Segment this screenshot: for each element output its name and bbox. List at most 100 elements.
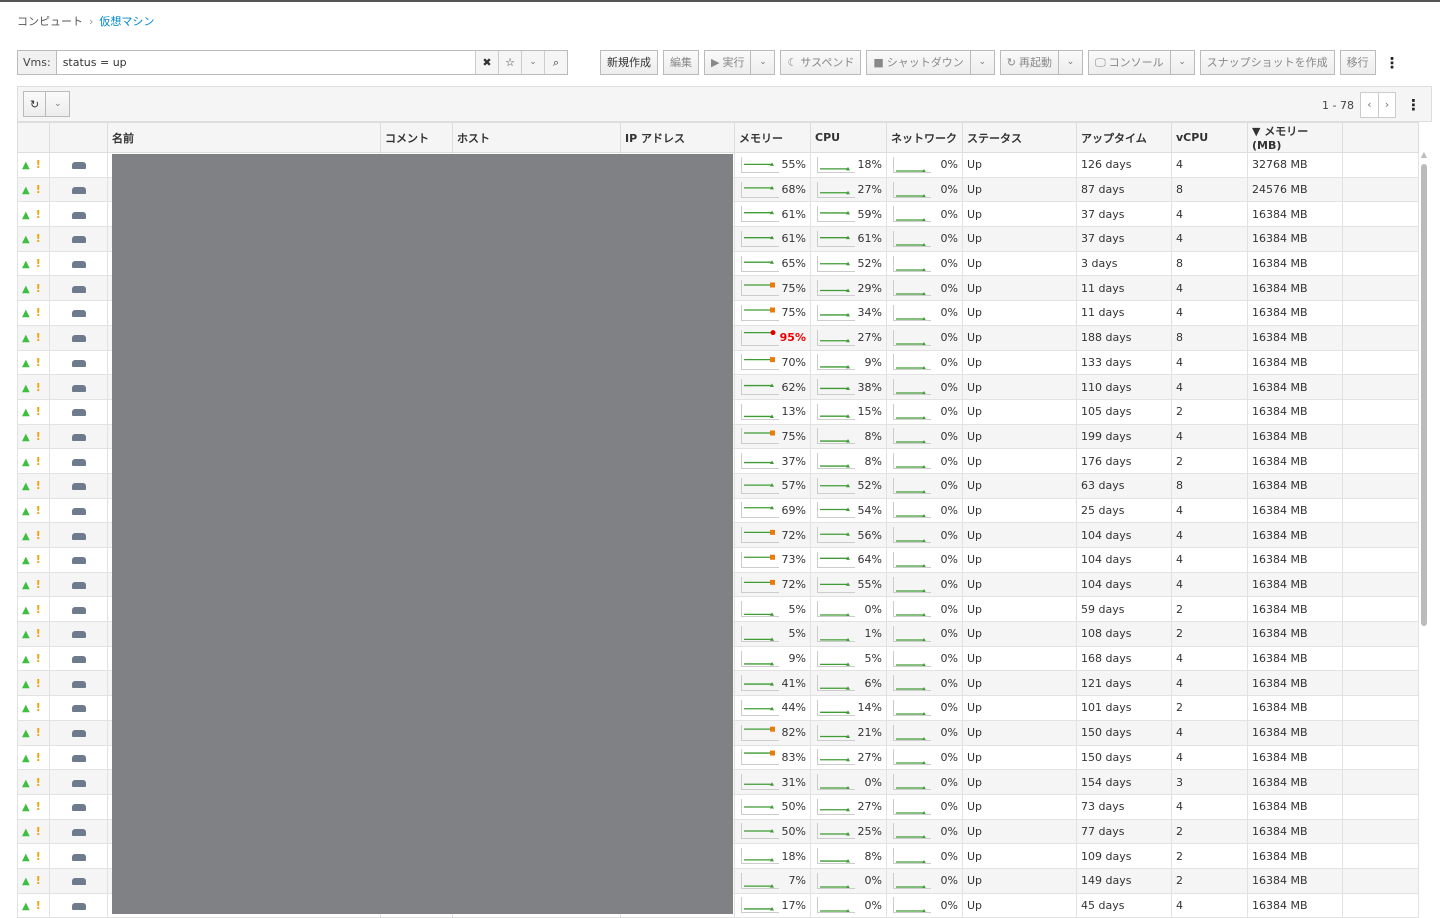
- column-header[interactable]: ネットワーク: [886, 122, 963, 153]
- alert-icon: !: [35, 331, 41, 345]
- run-button[interactable]: ▶ 実行: [704, 50, 752, 75]
- cpu-sparkline: [817, 329, 855, 346]
- memory-cell: 83%: [734, 744, 811, 771]
- mem-percent: 44%: [781, 701, 806, 715]
- prev-page-icon[interactable]: ‹: [1361, 93, 1378, 117]
- cpu-percent: 55%: [857, 578, 882, 592]
- vcpu-cell: 2: [1171, 867, 1248, 894]
- shutdown-button[interactable]: ■ シャットダウン: [866, 50, 971, 75]
- chevron-down-icon[interactable]: ⌄: [521, 51, 544, 74]
- cpu-cell: 59%: [810, 201, 887, 228]
- memory-cell: 75%: [734, 300, 811, 326]
- vm-icon: [71, 582, 86, 590]
- migrate-button[interactable]: 移行: [1339, 50, 1376, 75]
- vm-icon: [71, 631, 86, 639]
- mem-sparkline: [741, 798, 779, 815]
- scrollbar-thumb[interactable]: [1421, 164, 1427, 626]
- cpu-sparkline: [817, 230, 855, 247]
- column-header[interactable]: 名前: [107, 122, 381, 153]
- column-header[interactable]: vCPU: [1171, 122, 1248, 153]
- search-bar: Vms: ✖ ☆ ⌄ ⌕: [17, 50, 568, 75]
- vcpu-cell: 4: [1171, 423, 1248, 450]
- column-header: [49, 122, 108, 153]
- mem-percent: 37%: [781, 454, 806, 468]
- memory-mb-cell: 16384 MB: [1247, 226, 1343, 252]
- net-sparkline: [893, 230, 931, 247]
- kebab-menu-icon[interactable]: ⋮: [1381, 54, 1404, 72]
- up-arrow-icon: ▲: [22, 333, 30, 345]
- status-cell: Up: [962, 324, 1077, 351]
- edit-button[interactable]: 編集: [663, 50, 699, 75]
- search-icon[interactable]: ⌕: [544, 51, 567, 74]
- alert-icon: !: [35, 306, 41, 320]
- cpu-percent: 27%: [857, 183, 882, 197]
- column-header[interactable]: ホスト: [452, 122, 621, 153]
- uptime-cell: 11 days: [1076, 275, 1172, 302]
- reboot-button[interactable]: ↻ 再起動: [999, 50, 1059, 75]
- mem-percent: 55%: [781, 158, 806, 172]
- alert-icon: !: [35, 257, 41, 271]
- uptime-cell: 63 days: [1076, 472, 1172, 499]
- net-percent: 0%: [940, 676, 958, 690]
- cpu-percent: 27%: [857, 750, 882, 764]
- alert-icon: !: [35, 503, 41, 517]
- net-sparkline: [893, 749, 931, 766]
- next-page-icon[interactable]: ›: [1378, 93, 1395, 117]
- net-percent: 0%: [940, 726, 958, 740]
- cpu-cell: 6%: [810, 670, 887, 697]
- column-header[interactable]: CPU: [810, 122, 887, 153]
- alert-icon: !: [35, 232, 41, 246]
- column-header[interactable]: ▼ メモリー (MB): [1247, 122, 1343, 153]
- column-header[interactable]: メモリー: [734, 122, 811, 153]
- net-percent: 0%: [940, 232, 958, 246]
- uptime-cell: 110 days: [1076, 374, 1172, 400]
- memory-cell: 75%: [734, 275, 811, 302]
- cpu-percent: 25%: [857, 824, 882, 838]
- refresh-button[interactable]: ↻: [23, 91, 47, 117]
- cpu-cell: 8%: [810, 423, 887, 450]
- column-header[interactable]: IP アドレス: [620, 122, 735, 153]
- alert-icon: !: [35, 800, 41, 814]
- column-header[interactable]: コメント: [380, 122, 453, 153]
- status-cell: Up: [962, 275, 1077, 302]
- net-percent: 0%: [940, 800, 958, 814]
- vm-icon: [71, 285, 86, 293]
- new-button[interactable]: 新規作成: [600, 50, 658, 75]
- column-menu-icon[interactable]: ⋮: [1402, 96, 1425, 114]
- mem-percent: 5%: [788, 627, 806, 641]
- alert-icon: !: [35, 824, 41, 838]
- status-cell: Up: [962, 645, 1077, 672]
- star-icon[interactable]: ☆: [498, 51, 521, 74]
- breadcrumb-compute[interactable]: コンピュート: [17, 15, 83, 28]
- mem-sparkline: [741, 551, 779, 568]
- column-header[interactable]: ステータス: [962, 122, 1077, 153]
- cpu-cell: 52%: [810, 250, 887, 277]
- mem-sparkline: [741, 675, 779, 692]
- column-header[interactable]: アップタイム: [1076, 122, 1172, 153]
- clear-icon[interactable]: ✖: [475, 51, 498, 74]
- memory-cell: 5%: [734, 596, 811, 623]
- cpu-sparkline: [817, 774, 855, 791]
- memory-mb-cell: 16384 MB: [1247, 547, 1343, 573]
- breadcrumb-vms[interactable]: 仮想マシン: [99, 15, 154, 28]
- scroll-up-icon[interactable]: ▲: [1418, 150, 1430, 159]
- snapshot-button[interactable]: スナップショットを作成: [1199, 50, 1335, 75]
- search-input[interactable]: [56, 51, 475, 74]
- cpu-sparkline: [817, 724, 855, 741]
- breadcrumb: コンピュート › 仮想マシン: [17, 13, 154, 29]
- cpu-sparkline: [817, 206, 855, 223]
- reboot-dropdown[interactable]: ⌄: [1058, 50, 1083, 75]
- net-percent: 0%: [940, 602, 958, 616]
- scrollbar[interactable]: ▲: [1418, 150, 1430, 905]
- memory-mb-cell: 16384 MB: [1247, 843, 1343, 869]
- console-dropdown[interactable]: ⌄: [1170, 50, 1195, 75]
- cpu-sparkline: [817, 403, 855, 420]
- run-dropdown[interactable]: ⌄: [751, 50, 776, 75]
- uptime-cell: 121 days: [1076, 670, 1172, 697]
- shutdown-dropdown[interactable]: ⌄: [970, 50, 995, 75]
- vcpu-cell: 8: [1171, 176, 1248, 203]
- suspend-button[interactable]: ☾ サスペンド: [780, 50, 862, 75]
- refresh-dropdown[interactable]: ⌄: [46, 91, 71, 117]
- console-button[interactable]: 🖵 コンソール: [1087, 50, 1171, 75]
- memory-mb-cell: 16384 MB: [1247, 448, 1343, 474]
